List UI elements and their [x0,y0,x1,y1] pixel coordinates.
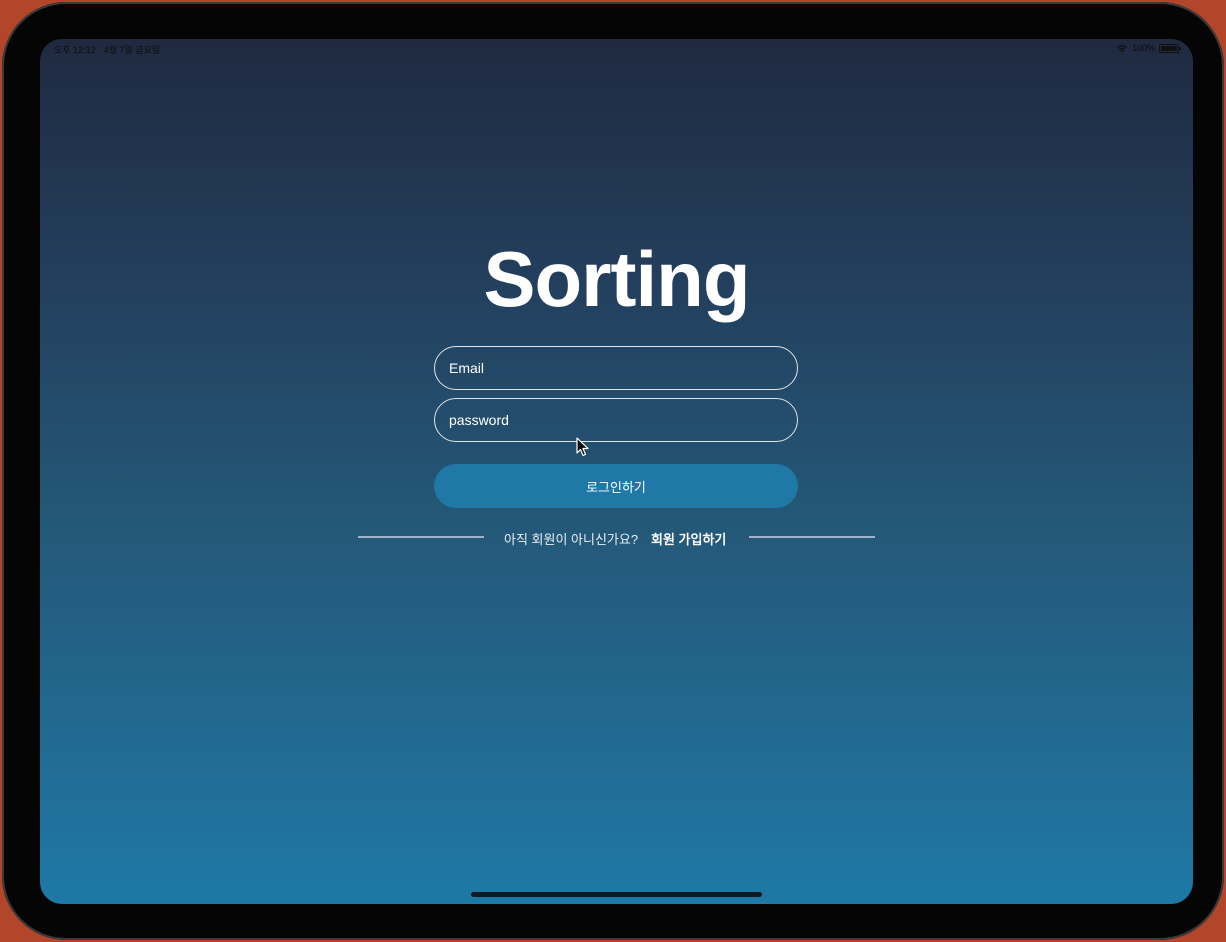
status-date: 4월 7일 금요일 [103,45,161,55]
battery-percent: 100% [1131,43,1155,53]
signup-row: 아직 회원이 아니신가요? 회원 가입하기 [358,527,875,547]
email-input[interactable] [434,346,798,390]
app-title: Sorting [483,235,751,323]
mouse-cursor-icon [576,437,590,462]
signup-prompt: 아직 회원이 아니신가요? [504,532,639,547]
device-frame: 오후 12:12 4월 7일 금요일 100% Sorting Email 로그… [2,2,1224,940]
login-button[interactable]: 로그인하기 [434,464,798,508]
status-time: 오후 12:12 [54,45,96,55]
status-bar: 오후 12:12 4월 7일 금요일 100% [40,39,1193,59]
status-left: 오후 12:12 4월 7일 금요일 [54,43,160,56]
battery-icon [1159,43,1181,53]
wifi-icon [1116,44,1128,53]
home-indicator[interactable] [471,892,762,897]
password-input[interactable] [434,398,798,442]
divider-left [358,536,484,538]
status-right: 100% [1116,43,1181,53]
signup-link[interactable]: 회원 가입하기 [651,529,726,548]
battery-level [1161,45,1177,51]
app-screen: 오후 12:12 4월 7일 금요일 100% Sorting Email 로그… [40,39,1193,904]
divider-right [749,536,875,538]
